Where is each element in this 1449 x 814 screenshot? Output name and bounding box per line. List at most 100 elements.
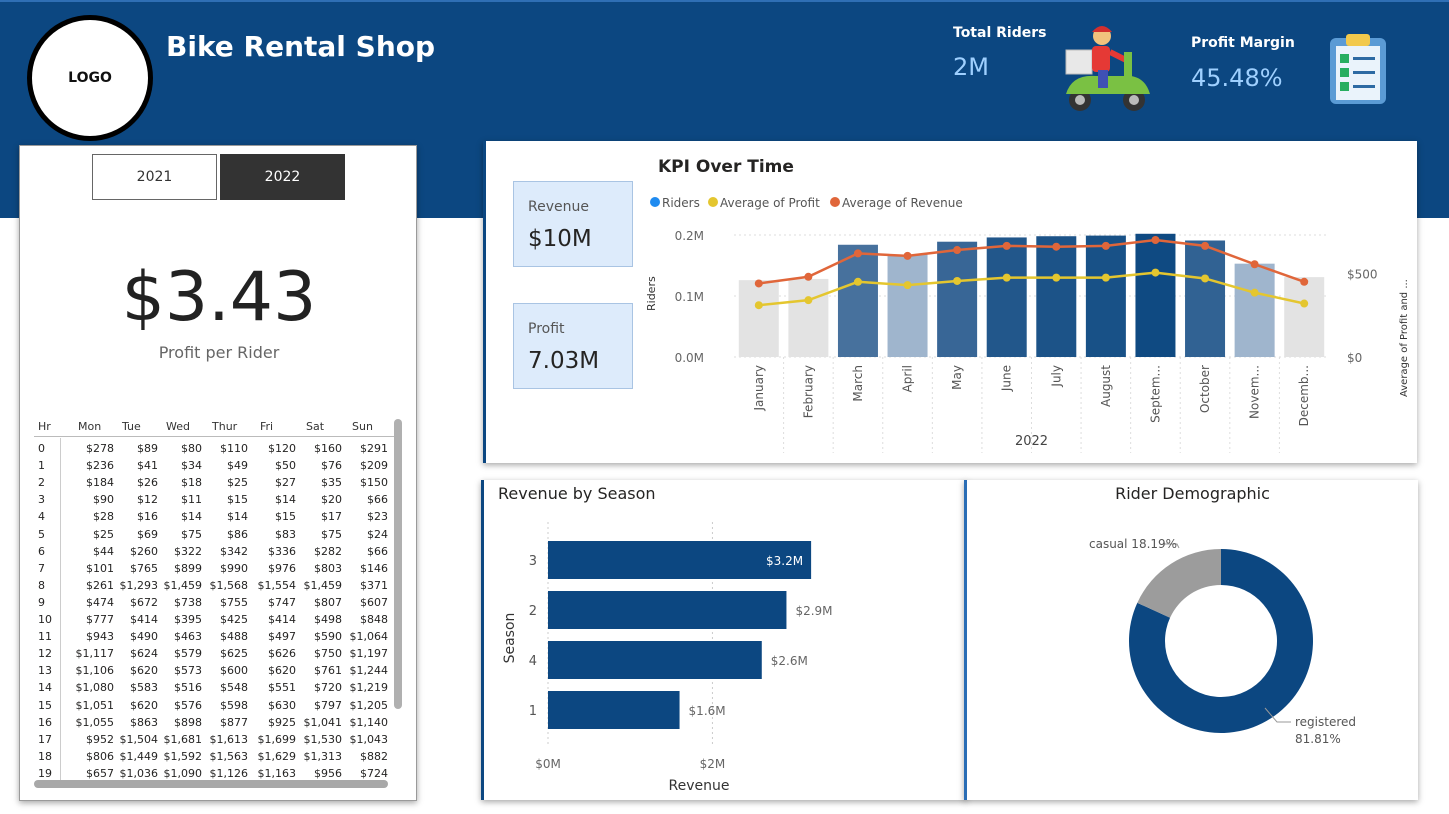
profit-line-point (853, 277, 862, 286)
revenue-line-point (1002, 241, 1011, 250)
matrix-value-cell: $1,504 (119, 732, 159, 746)
dashboard-title: Bike Rental Shop (166, 30, 436, 63)
hourly-profit-matrix: Hr Mon Tue Wed Thur Fri Sat Sun 0 $278 $89 $80 $110… (34, 416, 394, 782)
profit-line-point (1151, 268, 1160, 277)
matrix-row: 18 $806 $1,449 $1,592 $1,563 $1,629 $1,313 $882 (34, 750, 394, 767)
matrix-value-cell: $89 (137, 442, 158, 455)
y-axis-label: Riders (646, 276, 658, 311)
matrix-value-cell: $1,064 (349, 630, 389, 644)
matrix-value-cell: $236 (86, 459, 114, 473)
matrix-value-cell: $624 (130, 647, 158, 661)
matrix-value-cell: $17 (321, 510, 342, 524)
matrix-value-cell: $90 (93, 493, 114, 507)
matrix-value-cell: $806 (86, 749, 114, 763)
matrix-value-cell: $738 (174, 595, 202, 609)
matrix-value-cell: $463 (174, 630, 202, 644)
matrix-value-cell: $11 (181, 493, 202, 507)
matrix-value-cell: $18 (181, 476, 202, 490)
matrix-value-cell: $1,554 (257, 578, 297, 592)
legend-label: Average of Revenue (842, 196, 963, 210)
legend-marker (830, 197, 840, 207)
profit-line-point (1052, 273, 1061, 282)
season-bar (548, 591, 787, 629)
matrix-value-cell: $755 (220, 595, 248, 609)
matrix-hour-cell: 3 (38, 493, 45, 507)
matrix-value-cell: $497 (268, 630, 296, 644)
matrix-col-header[interactable]: Wed (166, 420, 190, 433)
y-tick-label: 0.1M (675, 290, 704, 304)
matrix-value-cell: $76 (321, 459, 342, 473)
matrix-value-cell: $1,293 (119, 578, 159, 592)
matrix-value-cell: $14 (181, 510, 202, 524)
kpi-over-time-panel: Revenue $10M Profit 7.03M KPI Over Time … (483, 141, 1417, 463)
kpi-over-time-chart: Riders Average of Profit Average of Revenu… (646, 196, 1410, 453)
y-tick-label: 3 (529, 554, 537, 569)
season-chart-title: Revenue by Season (498, 484, 656, 503)
matrix-value-cell: $101 (86, 561, 114, 575)
matrix-value-cell: $1,530 (303, 732, 343, 746)
matrix-value-cell: $24 (367, 527, 388, 541)
matrix-value-cell: $1,043 (349, 732, 389, 746)
year-slicer-2021[interactable]: 2021 (92, 154, 217, 200)
revenue-card: Revenue $10M (513, 181, 633, 267)
matrix-hour-cell: 14 (38, 681, 52, 695)
matrix-row: 5 $25 $69 $75 $86 $83 $75 $24 (34, 528, 394, 545)
profit-margin-value: 45.48% (1191, 64, 1283, 92)
matrix-horizontal-scrollbar[interactable] (34, 780, 388, 788)
matrix-value-cell: $724 (360, 766, 388, 780)
profit-line-point (1002, 273, 1011, 282)
matrix-value-cell: $184 (86, 476, 114, 490)
matrix-value-cell: $720 (314, 681, 342, 695)
matrix-col-header[interactable]: Fri (260, 420, 273, 433)
matrix-value-cell: $322 (174, 544, 202, 558)
profit-card-value: 7.03M (528, 348, 600, 374)
matrix-value-cell: $747 (268, 595, 296, 609)
matrix-value-cell: $548 (220, 681, 248, 695)
matrix-vertical-scrollbar[interactable] (394, 419, 402, 709)
profit-card: Profit 7.03M (513, 303, 633, 389)
x-tick-label: Novem... (1248, 365, 1262, 419)
matrix-value-cell: $1,563 (209, 749, 249, 763)
total-riders-label: Total Riders (953, 25, 1047, 41)
matrix-hour-cell: 9 (38, 595, 45, 609)
matrix-value-cell: $952 (86, 732, 114, 746)
profit-line-point (1300, 299, 1309, 308)
matrix-hour-cell: 6 (38, 544, 45, 558)
profit-per-rider-value: $3.43 (121, 258, 317, 337)
matrix-value-cell: $490 (130, 630, 158, 644)
matrix-value-cell: $1,699 (257, 732, 297, 746)
x-axis-label: Revenue (669, 778, 730, 794)
matrix-hour-cell: 12 (38, 647, 52, 661)
matrix-header-row: Hr Mon Tue Wed Thur Fri Sat Sun (34, 420, 394, 437)
x-tick-label: April (901, 365, 915, 392)
matrix-value-cell: $27 (275, 476, 296, 490)
matrix-value-cell: $25 (227, 476, 248, 490)
riders-bar (1234, 263, 1275, 357)
matrix-col-header[interactable]: Hr (38, 420, 51, 433)
delivery-scooter-icon (1065, 26, 1150, 111)
riders-bar (1284, 277, 1325, 357)
matrix-row: 14 $1,080 $583 $516 $548 $551 $720 $1,219 (34, 681, 394, 698)
profit-per-rider-label: Profit per Rider (158, 343, 280, 362)
riders-bar (887, 254, 928, 357)
x-tick-label: $0M (535, 757, 561, 771)
matrix-hour-cell: 0 (38, 442, 45, 455)
revenue-line-point (853, 249, 862, 258)
matrix-col-header[interactable]: Sat (306, 420, 324, 433)
matrix-row: 12 $1,117 $624 $579 $625 $626 $750 $1,197 (34, 647, 394, 664)
matrix-value-cell: $474 (86, 595, 114, 609)
matrix-value-cell: $342 (220, 544, 248, 558)
matrix-col-header[interactable]: Sun (352, 420, 373, 433)
matrix-value-cell: $336 (268, 544, 296, 558)
data-label: $3.2M (766, 554, 803, 568)
matrix-col-header[interactable]: Tue (122, 420, 141, 433)
year-slicer-2022[interactable]: 2022 (220, 154, 345, 200)
matrix-value-cell: $600 (220, 664, 248, 678)
matrix-row: 13 $1,106 $620 $573 $600 $620 $761 $1,244 (34, 664, 394, 681)
x-tick-label: March (851, 365, 865, 402)
matrix-row: 3 $90 $12 $11 $15 $14 $20 $66 (34, 493, 394, 510)
matrix-hour-cell: 11 (38, 630, 52, 644)
matrix-value-cell: $150 (360, 476, 388, 490)
matrix-col-header[interactable]: Mon (78, 420, 101, 433)
matrix-col-header[interactable]: Thur (212, 420, 237, 433)
